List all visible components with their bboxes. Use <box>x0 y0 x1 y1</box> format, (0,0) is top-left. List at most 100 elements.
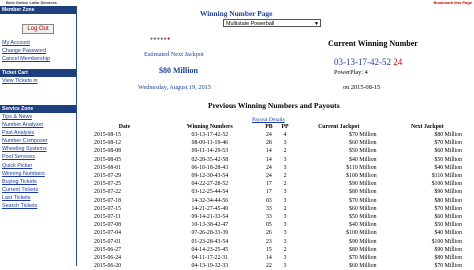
winning-balls: 03-13-17-42-52 <box>334 57 391 67</box>
powerball-number: 24 <box>393 57 403 67</box>
table-cell: 14 <box>266 156 272 163</box>
table-cell: $110 Million <box>346 164 377 171</box>
last-tickets-link[interactable]: Last Tickets <box>0 194 76 202</box>
table-cell: 2015-07-01 <box>94 238 122 245</box>
col-date: Date <box>118 124 131 130</box>
table-cell: 2015-08-12 <box>94 140 122 147</box>
wheeling-systems-link[interactable]: Wheeling Systems <box>0 145 76 153</box>
cancel-membership-link[interactable]: Cancel Membership <box>2 55 74 63</box>
table-cell: $60 Million <box>434 213 462 220</box>
table-cell: 3 <box>283 263 287 270</box>
table-cell: 03-12-25-44-54 <box>191 189 229 196</box>
table-cell: 2015-07-29 <box>94 173 122 180</box>
table-cell: 08-09-11-19-46 <box>191 140 229 147</box>
table-cell: 05 <box>266 222 272 229</box>
number-composer-link[interactable]: Number Composer <box>0 137 76 145</box>
col-pp: PP <box>281 124 289 130</box>
number-analyzer-link[interactable]: Number Analyzer <box>0 121 76 129</box>
table-cell: 2 <box>283 246 287 253</box>
logout-button[interactable]: Log Out <box>22 24 54 34</box>
winning-numbers-link[interactable]: Winning Numbers <box>0 170 76 178</box>
table-row: 2015-08-15 03-13-17-42-52 24 4 $70 Million $8… <box>90 131 470 139</box>
past-analysis-link[interactable]: Past Analysis <box>0 129 76 137</box>
table-cell: $50 Million <box>349 213 377 220</box>
table-cell: $100 Million <box>431 238 462 245</box>
table-cell: 2015-06-20 <box>94 263 122 270</box>
change-password-link[interactable]: Change Password <box>2 47 74 55</box>
powerplay: PowerPlay: 4 <box>334 69 368 76</box>
page-title: Winning Number Page <box>200 9 273 18</box>
quick-picker-link[interactable]: Quick Picker <box>0 162 76 170</box>
table-cell: 2015-07-11 <box>94 213 121 220</box>
table-cell: 28 <box>266 140 272 147</box>
table-cell: 3 <box>283 222 287 229</box>
table-cell: 3 <box>283 230 287 237</box>
table-cell: $60 Million <box>349 205 377 212</box>
view-tickets-link[interactable]: View Tickets in <box>0 77 76 87</box>
table-cell: 03 <box>266 197 272 204</box>
table-cell: 26 <box>266 230 272 237</box>
balls-icon: ●●●●●● <box>150 36 171 42</box>
table-cell: $40 Million <box>434 230 462 237</box>
table-cell: $90 Million <box>434 189 462 196</box>
table-row: 2015-08-01 06-10-18-28-43 24 3 $110 Million $… <box>90 164 470 172</box>
table-cell: $60 Million <box>349 140 377 147</box>
previous-results-title: Previous Winning Numbers and Payouts <box>208 101 340 110</box>
table-cell: 3 <box>283 254 287 261</box>
my-account-link[interactable]: My Account <box>2 39 74 47</box>
table-cell: $70 Million <box>434 140 462 147</box>
game-select[interactable]: Multistate Powerball ▼ <box>223 19 321 27</box>
table-cell: 09-14-21-33-54 <box>191 213 229 220</box>
table-cell: 2 <box>283 205 287 212</box>
table-cell: $70 Million <box>434 205 462 212</box>
table-cell: $40 Million <box>349 156 377 163</box>
chevron-down-icon: ▼ <box>314 21 319 27</box>
buying-tickets-link[interactable]: Buying Tickets <box>0 178 76 186</box>
table-cell: $50 Million <box>434 222 462 229</box>
site-brand: Best Online Lotto Services <box>6 0 57 5</box>
table-cell: $70 Million <box>349 254 377 261</box>
table-cell: $80 Million <box>434 132 462 139</box>
table-cell: $80 Million <box>434 197 462 204</box>
table-cell: 2015-07-18 <box>94 197 122 204</box>
table-row: 2015-07-25 04-22-27-28-52 17 2 $90 Million $1… <box>90 180 470 188</box>
table-cell: 03-13-17-42-52 <box>191 132 229 139</box>
table-row: 2015-07-22 03-12-25-44-54 17 3 $80 Million $9… <box>90 188 470 196</box>
table-cell: 14-21-27-45-49 <box>191 205 229 212</box>
table-cell: 2 <box>283 148 287 155</box>
table-row: 2015-07-15 14-21-27-45-49 33 2 $60 Million $7… <box>90 205 470 213</box>
ticket-cart-header: Ticket Cart <box>0 69 76 77</box>
table-cell: $70 Million <box>349 197 377 204</box>
table-row: 2015-08-08 09-11-14-29-53 14 2 $50 Million $6… <box>90 147 470 155</box>
table-cell: 3 <box>283 213 287 220</box>
table-cell: 10-13-38-42-47 <box>191 222 229 229</box>
table-cell: $100 Million <box>346 230 377 237</box>
main-content: Winning Number Page Multistate Powerball… <box>80 6 474 269</box>
bookmark-link[interactable]: Bookmark this Page <box>434 0 472 5</box>
table-cell: $60 Million <box>349 263 377 270</box>
table-row: 2015-07-04 07-26-28-33-39 26 3 $100 Million $… <box>90 229 470 237</box>
search-tickets-link[interactable]: Search Tickets <box>0 202 76 210</box>
current-tickets-link[interactable]: Current Tickets <box>0 186 76 194</box>
table-cell: 24 <box>266 173 272 180</box>
draw-date: on 2015-08-15 <box>343 84 381 91</box>
pool-services-link[interactable]: Pool Services <box>0 153 76 161</box>
game-select-value: Multistate Powerball <box>226 21 275 27</box>
table-cell: 01-23-28-43-54 <box>191 238 229 245</box>
table-cell: $110 Million <box>431 173 462 180</box>
current-winning-title: Current Winning Number <box>328 39 418 48</box>
table-cell: 24 <box>266 164 272 171</box>
tips-news-link[interactable]: Tips & News <box>0 113 76 121</box>
table-cell: 04-14-23-25-45 <box>191 246 229 253</box>
table-cell: 17 <box>266 181 272 188</box>
table-cell: 3 <box>283 197 287 204</box>
table-cell: 04-22-27-28-52 <box>191 181 229 188</box>
service-zone-header: Service Zone <box>0 105 76 113</box>
current-date: Wednesday, August 19, 2015 <box>138 84 212 91</box>
table-cell: $100 Million <box>346 173 377 180</box>
table-cell: $80 Million <box>349 246 377 253</box>
service-links: Tips & News Number Analyzer Past Analysi… <box>0 113 76 210</box>
col-pb: PB <box>265 124 273 130</box>
table-cell: 2015-08-05 <box>94 156 122 163</box>
table-cell: 2015-07-04 <box>94 230 122 237</box>
